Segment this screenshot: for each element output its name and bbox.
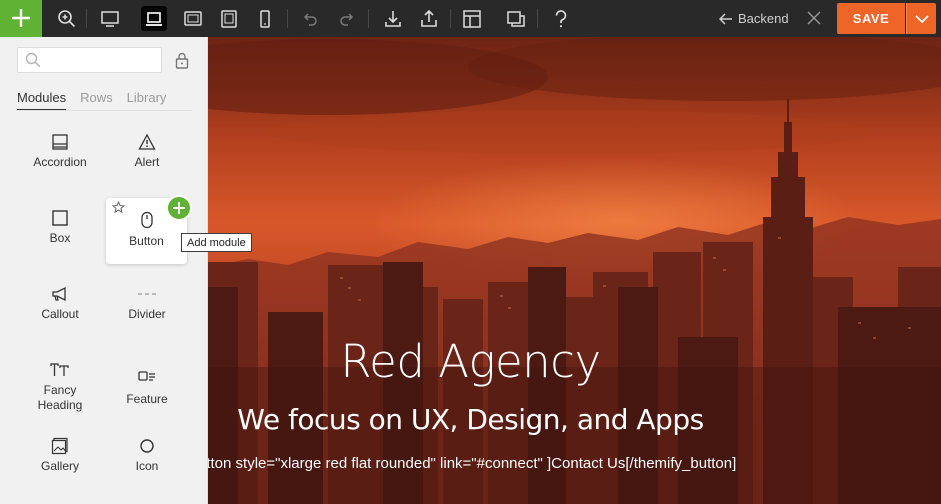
page-canvas[interactable]: Red Agency We focus on UX, Design, and A… <box>208 37 941 504</box>
module-label: Box <box>49 231 71 245</box>
plus-icon <box>173 202 185 214</box>
hero-title[interactable]: Red Agency <box>208 335 733 388</box>
text-height-icon <box>50 363 69 376</box>
undo-icon <box>303 12 317 26</box>
tab-rows[interactable]: Rows <box>80 90 113 111</box>
save-options-button[interactable] <box>906 3 936 34</box>
redo-icon <box>340 12 354 26</box>
zoom-icon <box>58 9 76 27</box>
lock-icon <box>175 52 189 69</box>
search-icon <box>25 52 41 68</box>
box-icon <box>52 210 68 226</box>
module-label: Icon <box>135 459 159 473</box>
module-label: Alert <box>134 155 160 169</box>
module-label: Accordion <box>33 155 87 169</box>
help-icon <box>555 9 567 27</box>
duplicate-icon <box>507 10 525 27</box>
module-search[interactable] <box>17 47 162 73</box>
mouse-icon <box>140 211 153 229</box>
duplicate-button[interactable] <box>503 6 529 31</box>
builder-toolbar: Backend SAVE <box>0 0 941 37</box>
module-label: Callout <box>41 307 79 321</box>
add-button[interactable] <box>0 0 42 37</box>
add-module-tooltip: Add module <box>181 233 252 252</box>
close-icon <box>807 11 821 25</box>
module-alert[interactable]: Alert <box>106 125 188 185</box>
zoom-button[interactable] <box>54 6 80 31</box>
module-feature[interactable]: Feature <box>106 353 188 413</box>
circle-icon <box>140 439 154 453</box>
desktop-icon <box>101 10 119 27</box>
laptop-view-button[interactable] <box>141 6 167 31</box>
redo-button[interactable] <box>333 6 359 31</box>
tablet-landscape-button[interactable] <box>180 6 206 31</box>
module-box[interactable]: Box <box>19 201 101 261</box>
module-fancy-heading[interactable]: Fancy Heading <box>19 353 101 425</box>
button-shortcode-text[interactable]: utton style="xlarge red flat rounded" li… <box>208 455 918 472</box>
module-panel: Modules Rows Library Accordion Alert Box… <box>0 37 208 504</box>
undo-button[interactable] <box>298 6 324 31</box>
search-input[interactable] <box>46 51 156 69</box>
mobile-icon <box>260 9 270 28</box>
chevron-down-icon <box>914 14 929 23</box>
help-button[interactable] <box>548 6 574 31</box>
export-icon <box>421 9 437 27</box>
module-divider[interactable]: Divider <box>106 277 188 337</box>
hero-subtitle[interactable]: We focus on UX, Design, and Apps <box>208 403 733 436</box>
module-callout[interactable]: Callout <box>19 277 101 337</box>
desktop-view-button[interactable] <box>97 6 123 31</box>
backend-link[interactable]: Backend <box>719 9 789 28</box>
accordion-icon <box>52 134 68 150</box>
tablet-landscape-icon <box>184 10 202 26</box>
import-button[interactable] <box>380 6 406 31</box>
layout-icon <box>463 9 481 28</box>
export-button[interactable] <box>416 6 442 31</box>
tablet-portrait-icon <box>221 9 237 28</box>
laptop-icon <box>146 11 162 26</box>
lock-panel-button[interactable] <box>175 52 189 74</box>
megaphone-icon <box>52 286 66 302</box>
alert-icon <box>138 133 156 150</box>
backend-label: Backend <box>738 11 789 26</box>
gallery-icon <box>51 437 68 455</box>
plus-icon <box>12 9 30 27</box>
module-gallery[interactable]: Gallery <box>19 429 101 489</box>
module-label: Fancy Heading <box>37 383 83 412</box>
tablet-portrait-button[interactable] <box>216 6 242 31</box>
import-icon <box>385 10 401 27</box>
module-label: Divider <box>128 307 166 321</box>
tab-modules[interactable]: Modules <box>17 90 67 111</box>
feature-icon <box>138 371 155 381</box>
module-icon[interactable]: Icon <box>106 429 188 489</box>
module-label: Button <box>129 234 164 248</box>
tabs-divider <box>17 110 192 111</box>
tab-library[interactable]: Library <box>127 90 167 111</box>
panel-tabs: Modules Rows Library <box>17 90 180 111</box>
module-label: Gallery <box>40 459 79 473</box>
divider-icon <box>138 293 156 295</box>
module-label: Feature <box>126 392 168 406</box>
layouts-button[interactable] <box>459 6 485 31</box>
add-module-button[interactable] <box>166 195 192 221</box>
module-accordion[interactable]: Accordion <box>19 125 101 185</box>
mobile-view-button[interactable] <box>252 6 278 31</box>
arrow-left-icon <box>719 12 732 25</box>
save-button[interactable]: SAVE <box>837 3 905 34</box>
close-builder-button[interactable] <box>804 8 824 28</box>
